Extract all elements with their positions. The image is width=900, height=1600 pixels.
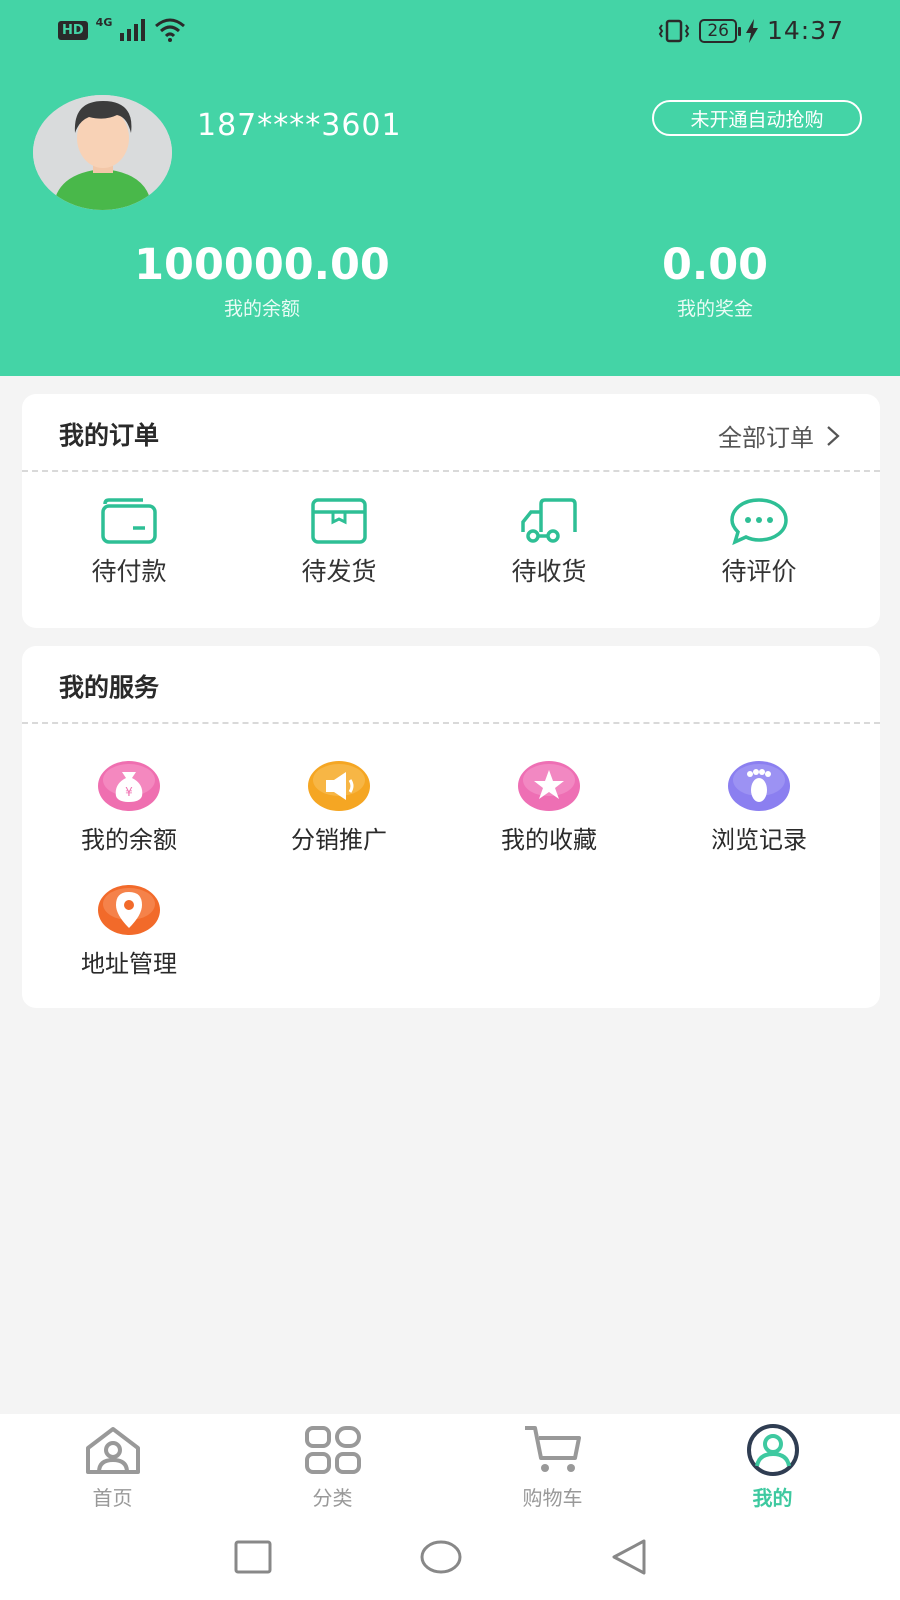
network-type: 4G	[95, 15, 113, 29]
category-grid-icon	[304, 1426, 361, 1474]
order-pending-payment[interactable]: 待付款	[22, 496, 236, 588]
service-history[interactable]: 浏览记录	[652, 760, 866, 855]
profile-header: HD 4G 26 14:37 187****3601 未开通自动抢购 10000…	[0, 0, 900, 376]
order-pending-shipment[interactable]: 待发货	[232, 496, 446, 588]
charging-bolt-icon	[745, 18, 758, 43]
tab-cart[interactable]: 购物车	[440, 1424, 665, 1511]
service-address[interactable]: 地址管理	[22, 884, 236, 979]
wallet-icon	[101, 498, 157, 544]
avatar[interactable]	[33, 95, 172, 210]
money-bag-icon: ¥	[98, 761, 160, 811]
tab-label: 购物车	[522, 1486, 583, 1510]
tab-home[interactable]: 首页	[0, 1424, 225, 1511]
orders-card-header: 我的订单 全部订单	[22, 394, 880, 472]
cart-icon	[524, 1426, 581, 1472]
tab-label: 首页	[92, 1486, 133, 1510]
battery-indicator: 26	[699, 18, 741, 43]
wifi-icon	[155, 18, 186, 42]
order-item-label: 待发货	[301, 557, 377, 586]
service-label: 我的余额	[81, 826, 177, 854]
home-icon	[85, 1427, 140, 1474]
all-orders-label: 全部订单	[718, 424, 814, 452]
auto-buy-button[interactable]: 未开通自动抢购	[652, 100, 862, 136]
vibrate-icon	[659, 19, 690, 42]
balance-label: 我的余额	[223, 298, 300, 320]
svg-text:¥: ¥	[125, 785, 133, 799]
avatar-person-icon	[33, 95, 172, 210]
status-bar: HD 4G 26 14:37	[0, 0, 900, 62]
truck-icon	[521, 498, 577, 543]
tab-label: 分类	[312, 1486, 353, 1510]
service-distribution[interactable]: 分销推广	[232, 760, 446, 855]
order-item-label: 待收货	[511, 557, 587, 586]
tab-label: 我的	[752, 1486, 793, 1510]
service-favorites[interactable]: 我的收藏	[442, 760, 656, 855]
services-title: 我的服务	[59, 673, 160, 702]
back-triangle-icon[interactable]	[610, 1538, 648, 1576]
chat-bubble-icon	[730, 498, 788, 546]
orders-card: 我的订单 全部订单 待付款 待发货 待收货 待评价	[22, 394, 880, 628]
services-card-header: 我的服务	[22, 646, 880, 724]
user-icon	[746, 1424, 799, 1476]
hd-badge: HD	[58, 20, 88, 40]
bonus-label: 我的奖金	[676, 298, 753, 320]
order-item-label: 待付款	[91, 557, 167, 586]
location-pin-icon	[98, 885, 160, 935]
orders-title: 我的订单	[59, 421, 160, 450]
footprint-icon	[728, 761, 790, 811]
services-card: 我的服务 ¥ 我的余额 分销推广 我的收藏 浏览记录 地址管理	[22, 646, 880, 1008]
service-label: 分销推广	[291, 826, 387, 854]
user-phone: 187****3601	[197, 108, 402, 143]
status-time: 14:37	[766, 16, 844, 45]
bottom-tab-bar: 首页 分类 购物车 我的	[0, 1414, 900, 1524]
tab-category[interactable]: 分类	[220, 1424, 445, 1511]
bonus-stat[interactable]: 0.00 我的奖金	[565, 242, 865, 321]
order-pending-receipt[interactable]: 待收货	[442, 496, 656, 588]
service-balance[interactable]: ¥ 我的余额	[22, 760, 236, 855]
home-circle-icon[interactable]	[420, 1540, 462, 1574]
system-nav-bar	[0, 1524, 900, 1600]
megaphone-icon	[308, 761, 370, 811]
recent-apps-icon[interactable]	[234, 1540, 272, 1574]
service-label: 地址管理	[81, 950, 177, 978]
balance-value: 100000.00	[134, 240, 390, 290]
order-pending-review[interactable]: 待评价	[652, 496, 866, 588]
tab-mine[interactable]: 我的	[660, 1424, 885, 1511]
order-item-label: 待评价	[721, 557, 797, 586]
bonus-value: 0.00	[661, 240, 769, 290]
chevron-right-icon	[827, 425, 840, 446]
cellular-signal-icon	[120, 19, 146, 41]
balance-stat[interactable]: 100000.00 我的余额	[112, 242, 412, 321]
service-label: 浏览记录	[711, 826, 807, 854]
all-orders-link[interactable]: 全部订单	[718, 418, 840, 453]
star-icon	[518, 761, 580, 811]
service-label: 我的收藏	[501, 826, 597, 854]
box-icon	[311, 498, 367, 544]
